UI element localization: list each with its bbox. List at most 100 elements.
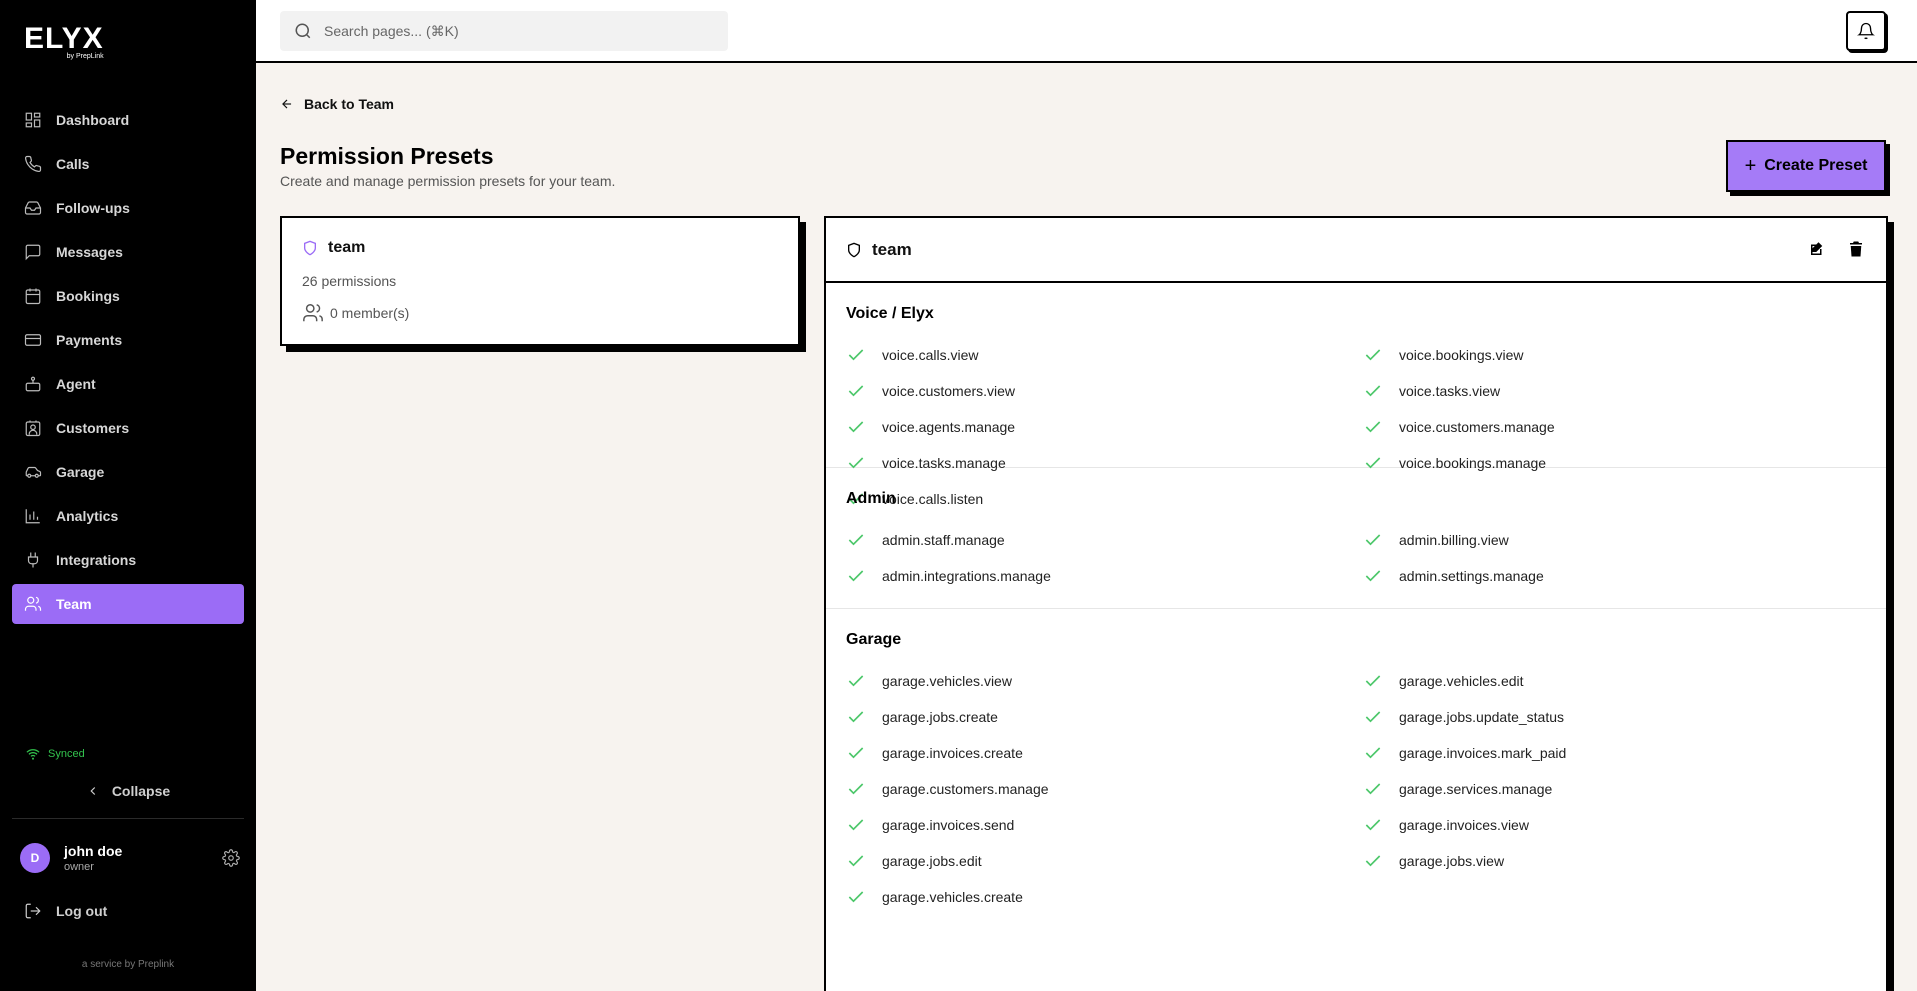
sidebar-item-label: Calls (56, 156, 90, 172)
sidebar-item-agent[interactable]: Agent (12, 364, 244, 404)
sidebar-item-customers[interactable]: Customers (12, 408, 244, 448)
permission-label: garage.customers.manage (882, 781, 1049, 797)
check-icon (848, 783, 864, 795)
search-icon (295, 23, 311, 39)
user-name: john doe (64, 843, 123, 859)
preset-name: team (328, 239, 366, 256)
search-bar[interactable] (280, 11, 728, 51)
sidebar-item-messages[interactable]: Messages (12, 232, 244, 272)
permission-label: garage.invoices.mark_paid (1399, 745, 1567, 761)
permission-item: garage.customers.manage (846, 779, 1049, 799)
permission-label: garage.jobs.edit (882, 853, 982, 869)
sidebar-item-label: Analytics (56, 508, 119, 524)
sidebar-item-analytics[interactable]: Analytics (12, 496, 244, 536)
page-subtitle: Create and manage permission presets for… (280, 173, 616, 189)
check-icon (1365, 534, 1381, 546)
sync-status-label: Synced (48, 748, 85, 760)
check-icon (848, 349, 864, 361)
check-icon (848, 747, 864, 759)
permission-item: admin.billing.view (1363, 530, 1509, 550)
preset-card[interactable]: team 26 permissions 0 member(s) (280, 216, 800, 346)
sidebar-item-label: Integrations (56, 552, 137, 568)
sidebar-item-bookings[interactable]: Bookings (12, 276, 244, 316)
delete-preset-button[interactable] (1847, 240, 1865, 258)
permission-label: garage.jobs.create (882, 709, 998, 725)
collapse-label: Collapse (111, 783, 171, 799)
sidebar-item-integrations[interactable]: Integrations (12, 540, 244, 580)
permission-label: admin.integrations.manage (882, 568, 1051, 584)
sidebar-item-label: Garage (56, 464, 105, 480)
permission-label: voice.agents.manage (882, 419, 1016, 435)
sidebar-divider (12, 818, 244, 819)
sidebar-item-label: Team (56, 596, 92, 612)
permission-item: voice.bookings.view (1363, 345, 1524, 365)
preset-member-count: 0 member(s) (302, 302, 409, 324)
arrow-left-icon (282, 99, 292, 109)
permission-item: garage.vehicles.create (846, 887, 1023, 907)
back-label: Back to Team (304, 96, 394, 112)
sidebar-item-team[interactable]: Team (12, 584, 244, 624)
permission-label: garage.services.manage (1399, 781, 1553, 797)
sidebar: ELYX by PrepLink Dashboard Calls Follow-… (0, 0, 256, 991)
create-preset-button[interactable]: + Create Preset (1726, 140, 1886, 192)
permission-section-admin: Admin admin.staff.manage admin.integratio… (826, 468, 1886, 609)
edit-icon (1811, 242, 1823, 255)
permission-section-garage: Garage garage.vehicles.view garage.jobs.c… (826, 609, 1886, 991)
sidebar-item-dashboard[interactable]: Dashboard (12, 100, 244, 140)
check-icon (848, 711, 864, 723)
check-icon (1365, 747, 1381, 759)
sidebar-nav: Dashboard Calls Follow-ups Messages Book… (12, 100, 244, 628)
check-icon (1365, 570, 1381, 582)
check-icon (1365, 385, 1381, 397)
check-icon (848, 421, 864, 433)
permission-label: garage.vehicles.view (882, 673, 1012, 689)
search-input[interactable] (324, 23, 704, 39)
page-title: Permission Presets (280, 143, 494, 169)
message-icon (25, 244, 41, 261)
user-profile: D john doe owner (20, 843, 240, 873)
phone-icon (24, 155, 42, 173)
notifications-button[interactable] (1846, 11, 1886, 51)
bar-chart-icon (25, 509, 40, 524)
credit-card-icon (24, 334, 42, 346)
collapse-button[interactable]: Collapse (12, 778, 244, 804)
back-to-team-link[interactable]: Back to Team (280, 96, 394, 112)
sidebar-item-calls[interactable]: Calls (12, 144, 244, 184)
edit-preset-button[interactable] (1808, 240, 1826, 258)
users-icon (24, 596, 42, 611)
sidebar-item-payments[interactable]: Payments (12, 320, 244, 360)
permission-item: admin.settings.manage (1363, 566, 1544, 586)
permission-item: garage.services.manage (1363, 779, 1552, 799)
sidebar-item-label: Agent (56, 376, 96, 392)
dashboard-icon (25, 112, 41, 128)
permission-label: garage.vehicles.edit (1399, 673, 1524, 689)
avatar[interactable]: D (20, 843, 50, 873)
permission-item: garage.invoices.view (1363, 815, 1529, 835)
check-icon (848, 534, 864, 546)
check-icon (848, 385, 864, 397)
car-icon (25, 466, 42, 478)
plus-icon: + (1744, 154, 1757, 177)
plug-icon (27, 552, 39, 568)
sidebar-item-garage[interactable]: Garage (12, 452, 244, 492)
permission-label: garage.invoices.send (882, 817, 1015, 833)
permission-label: voice.tasks.view (1399, 383, 1501, 399)
logout-label: Log out (56, 903, 108, 919)
sidebar-item-label: Messages (56, 244, 123, 260)
preset-detail-name: team (872, 240, 912, 259)
gear-icon[interactable] (222, 849, 240, 867)
permission-item: admin.integrations.manage (846, 566, 1051, 586)
check-icon (848, 570, 864, 582)
permission-item: voice.calls.view (846, 345, 978, 365)
preset-card-header: team (302, 239, 365, 257)
logout-button[interactable]: Log out (24, 902, 107, 920)
inbox-icon (24, 201, 42, 215)
preset-detail-header: team (826, 218, 1886, 283)
permission-label: garage.vehicles.create (882, 889, 1023, 905)
brand-logo[interactable]: ELYX by PrepLink (24, 24, 104, 61)
permission-item: garage.jobs.view (1363, 851, 1504, 871)
sidebar-item-follow-ups[interactable]: Follow-ups (12, 188, 244, 228)
permission-item: garage.invoices.mark_paid (1363, 743, 1566, 763)
permission-label: admin.billing.view (1399, 532, 1509, 548)
permission-item: garage.invoices.send (846, 815, 1014, 835)
